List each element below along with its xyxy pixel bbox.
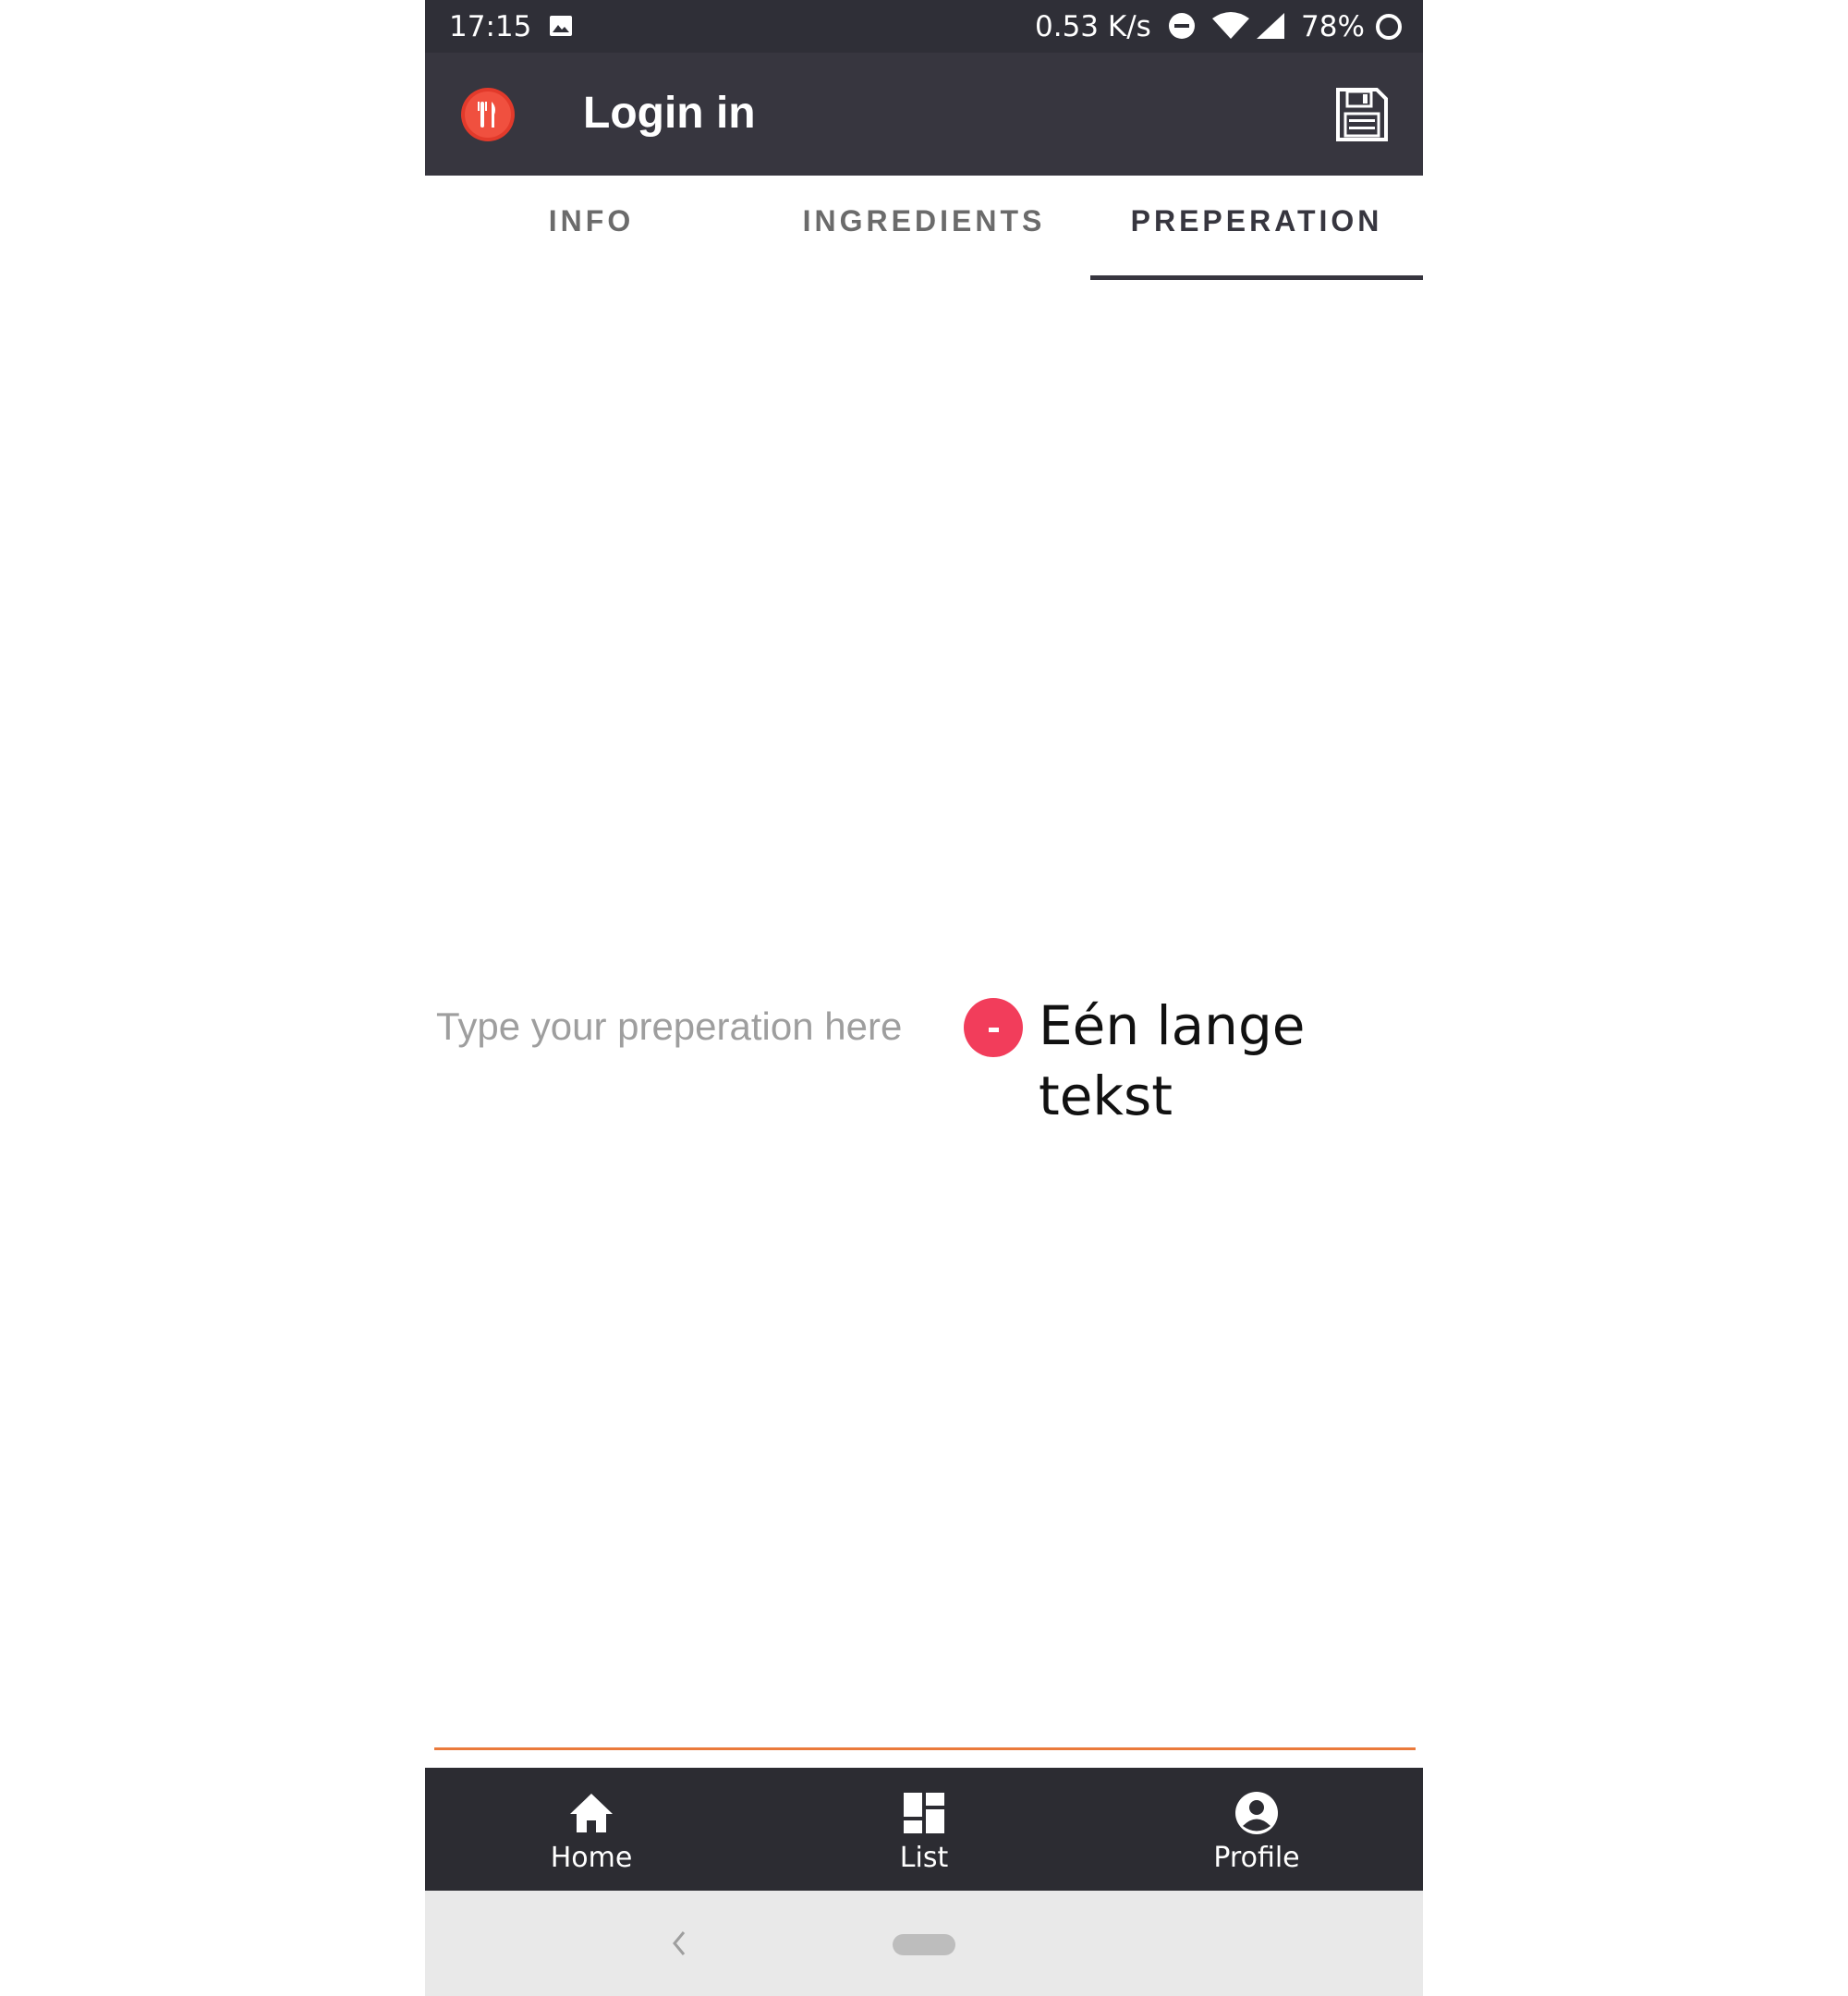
nav-profile-label: Profile: [1213, 1842, 1300, 1874]
tab-indicator: [1090, 275, 1423, 280]
battery-icon: [1376, 14, 1402, 40]
account-circle-icon: [1235, 1792, 1278, 1834]
tab-ingredients-label: INGREDIENTS: [802, 203, 1046, 237]
dnd-icon: [1169, 13, 1195, 39]
tab-ingredients[interactable]: INGREDIENTS: [758, 176, 1090, 281]
nav-item-home[interactable]: Home: [425, 1768, 758, 1891]
status-bar: 17:15 0.53 K/s 78%: [425, 0, 1423, 53]
preparation-input[interactable]: [434, 998, 955, 1055]
nav-home-label: Home: [550, 1842, 633, 1874]
system-nav-bar: [425, 1891, 1423, 1996]
home-pill-button[interactable]: [893, 1934, 955, 1955]
tab-preperation[interactable]: PREPERATION: [1090, 176, 1423, 281]
app-title: Login in: [583, 89, 756, 138]
tab-info-label: INFO: [548, 203, 635, 237]
remove-step-button[interactable]: [964, 998, 1023, 1057]
signal-icon: [1257, 13, 1284, 39]
nav-item-list[interactable]: List: [758, 1768, 1090, 1891]
gallery-icon: [550, 16, 572, 36]
nav-item-profile[interactable]: Profile: [1090, 1768, 1423, 1891]
tab-info[interactable]: INFO: [425, 176, 758, 281]
wifi-icon: [1212, 12, 1249, 39]
preparation-step-text: Eén lange tekst: [1039, 994, 1306, 1127]
status-time: 17:15: [449, 10, 532, 43]
bottom-nav: Home List Profile: [425, 1768, 1423, 1891]
nav-list-label: List: [899, 1842, 949, 1874]
status-speed: 0.53 K/s: [1035, 10, 1151, 43]
tab-preperation-label: PREPERATION: [1130, 203, 1383, 237]
app-bar: Login in: [425, 53, 1423, 176]
back-chevron-icon[interactable]: [667, 1928, 691, 1959]
status-battery: 78%: [1301, 10, 1365, 43]
content-divider: [434, 1747, 1416, 1750]
phone-screen: 17:15 0.53 K/s 78% Login in INFO INGREDI…: [425, 0, 1423, 1996]
home-icon: [570, 1794, 613, 1832]
tab-bar: INFO INGREDIENTS PREPERATION: [425, 176, 1423, 281]
save-icon[interactable]: [1332, 86, 1390, 143]
dashboard-icon: [904, 1793, 944, 1833]
fork-knife-icon[interactable]: [460, 87, 516, 142]
